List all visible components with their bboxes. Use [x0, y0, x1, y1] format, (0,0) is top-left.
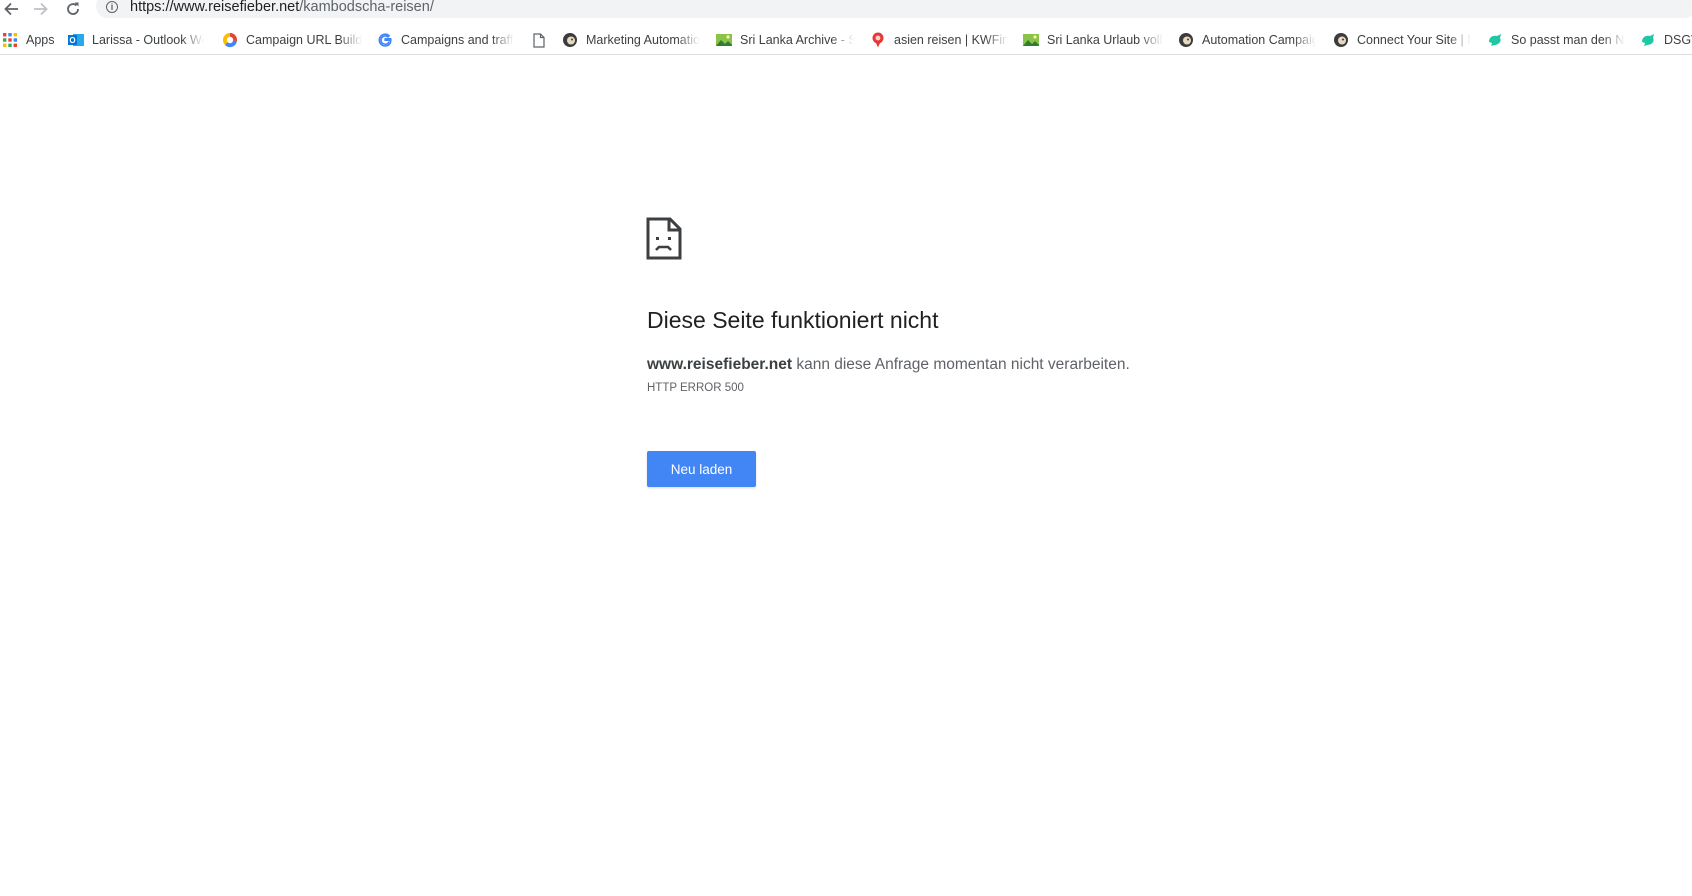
forward-button[interactable]	[30, 0, 52, 18]
bookmark-sri-lanka-archive[interactable]: Sri Lanka Archive - Se	[716, 29, 854, 51]
bookmark-connect-your-site[interactable]: Connect Your Site | M	[1333, 29, 1471, 51]
back-button[interactable]	[0, 0, 22, 18]
bookmark-label: Sri Lanka Urlaub volle	[1047, 33, 1163, 47]
url-host: https://www.reisefieber.net	[130, 0, 300, 15]
site-info-icon[interactable]: i	[106, 1, 118, 13]
page-icon	[531, 32, 547, 48]
bookmark-outlook[interactable]: O Larissa - Outlook Web	[68, 29, 204, 51]
bookmark-marketing-automation[interactable]: Marketing Automation	[562, 29, 700, 51]
bookmark-label: DSGV	[1664, 33, 1692, 47]
image-icon	[1023, 32, 1039, 48]
url-text[interactable]: https://www.reisefieber.net/kambodscha-r…	[130, 0, 434, 15]
mailchimp-icon	[562, 32, 578, 48]
bookmark-label: Automation Campaign	[1202, 33, 1316, 47]
apps-grid-icon	[2, 32, 18, 48]
bookmark-label: So passt man den Ne	[1511, 33, 1625, 47]
bookmarks-bar: Apps O Larissa - Outlook Web Campaign UR…	[0, 27, 1692, 55]
cleverreach-icon	[1640, 32, 1656, 48]
mailchimp-icon	[1333, 32, 1349, 48]
reload-icon	[67, 2, 79, 15]
error-description: www.reisefieber.net kann diese Anfrage m…	[647, 356, 1130, 374]
bookmark-dsgv[interactable]: DSGV	[1640, 29, 1692, 51]
bookmark-kwfinder[interactable]: asien reisen | KWFinder	[870, 29, 1008, 51]
error-title: Diese Seite funktioniert nicht	[647, 307, 939, 333]
outlook-icon: O	[68, 32, 84, 48]
bookmark-apps[interactable]: Apps	[2, 29, 62, 51]
cleverreach-icon	[1487, 32, 1503, 48]
forward-arrow-icon	[34, 2, 48, 16]
error-code: HTTP ERROR 500	[647, 382, 744, 394]
back-arrow-icon	[4, 2, 18, 16]
browser-toolbar: i https://www.reisefieber.net/kambodscha…	[0, 0, 1692, 20]
bookmark-label: Apps	[26, 33, 55, 47]
bookmark-label: Campaign URL Builder	[246, 33, 362, 47]
bookmark-label: asien reisen | KWFinder	[894, 33, 1008, 47]
mailchimp-icon	[1178, 32, 1194, 48]
bookmark-automation-campaign[interactable]: Automation Campaign	[1178, 29, 1316, 51]
url-path: /kambodscha-reisen/	[299, 0, 434, 15]
image-icon	[716, 32, 732, 48]
campaign-url-builder-icon	[222, 32, 238, 48]
bookmark-label: Sri Lanka Archive - Se	[740, 33, 854, 47]
google-icon	[377, 32, 393, 48]
bookmark-so-passt-man[interactable]: So passt man den Ne	[1487, 29, 1625, 51]
reload-toolbar-button[interactable]	[62, 0, 84, 18]
bookmark-sri-lanka-urlaub[interactable]: Sri Lanka Urlaub volle	[1023, 29, 1163, 51]
bookmark-label: Connect Your Site | M	[1357, 33, 1471, 47]
bookmark-campaign-url-builder[interactable]: Campaign URL Builder	[222, 29, 362, 51]
bookmark-label: Larissa - Outlook Web	[92, 33, 204, 47]
bookmark-label: Campaigns and traffic	[401, 33, 514, 47]
sad-page-icon	[646, 217, 682, 265]
bookmark-label: Marketing Automation	[586, 33, 700, 47]
bookmark-page[interactable]	[531, 29, 553, 51]
kwfinder-icon	[870, 32, 886, 48]
svg-text:O: O	[69, 36, 75, 45]
error-message: kann diese Anfrage momentan nicht verarb…	[792, 356, 1130, 373]
bookmark-campaigns-traffic[interactable]: Campaigns and traffic	[377, 29, 514, 51]
error-host: www.reisefieber.net	[647, 356, 793, 373]
reload-button[interactable]: Neu laden	[647, 451, 756, 487]
